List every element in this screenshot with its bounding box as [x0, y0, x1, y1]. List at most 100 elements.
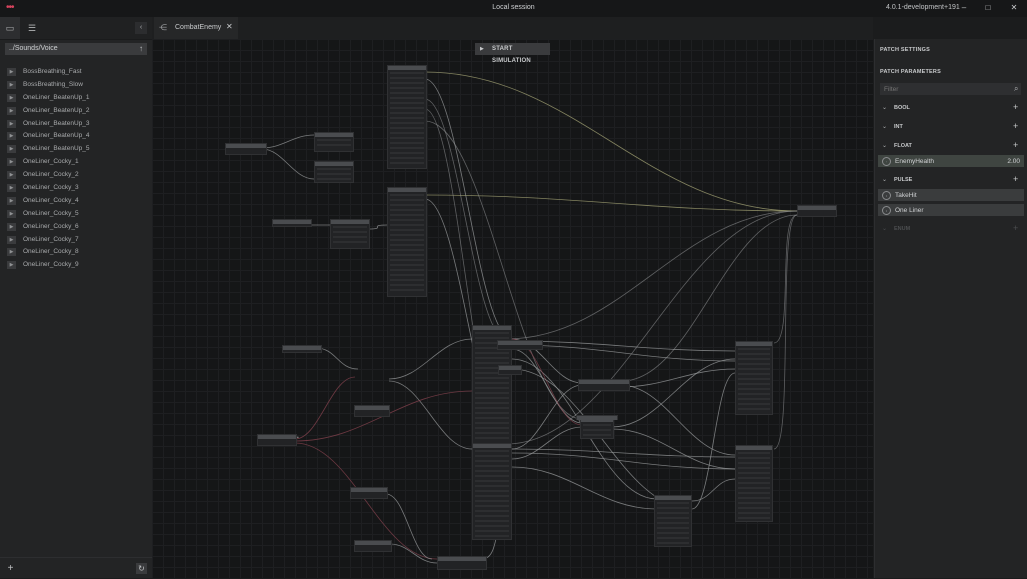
- path-field[interactable]: ../Sounds/Voice: [5, 43, 136, 55]
- add-float-icon[interactable]: +: [1013, 140, 1018, 150]
- node-header[interactable]: [331, 220, 369, 224]
- filter-input[interactable]: [880, 83, 1021, 95]
- graph-node[interactable]: [387, 65, 427, 169]
- section-pulse[interactable]: ⌄ PULSE +: [875, 172, 1027, 188]
- graph-node[interactable]: [654, 495, 692, 547]
- sound-list-item[interactable]: ▶ OneLiner_BeatenUp_3: [0, 118, 152, 131]
- node-header[interactable]: [579, 380, 629, 384]
- node-header[interactable]: [283, 346, 321, 350]
- section-float[interactable]: ⌄ FLOAT +: [875, 138, 1027, 154]
- refresh-icon[interactable]: ↻: [136, 563, 147, 574]
- node-header[interactable]: [473, 444, 511, 448]
- play-icon[interactable]: ▶: [7, 261, 16, 270]
- play-icon[interactable]: ▶: [7, 68, 16, 76]
- param-row-one-liner[interactable]: • One Liner: [878, 204, 1024, 216]
- graph-node[interactable]: [797, 205, 837, 217]
- chevron-down-icon[interactable]: ⌄: [882, 176, 887, 183]
- graph-node[interactable]: [354, 540, 392, 552]
- play-icon[interactable]: ▶: [7, 132, 16, 141]
- node-header[interactable]: [226, 144, 266, 148]
- tab-combat-enemy[interactable]: ⋲ CombatEnemy ✕: [154, 17, 238, 39]
- graph-node[interactable]: [735, 341, 773, 415]
- close-tab-icon[interactable]: ✕: [226, 22, 233, 31]
- graph-node[interactable]: [354, 405, 390, 417]
- play-icon[interactable]: ▶: [7, 106, 16, 115]
- graph-node[interactable]: [497, 340, 543, 350]
- graph-node[interactable]: [330, 219, 370, 249]
- play-icon[interactable]: ▶: [7, 235, 16, 244]
- sound-list-item[interactable]: ▶ OneLiner_Cocky_8: [0, 246, 152, 259]
- param-row-enemy-health[interactable]: ◦ EnemyHealth 2.00: [878, 155, 1024, 167]
- graph-node[interactable]: [314, 132, 354, 152]
- section-enum[interactable]: ⌄ ENUM +: [875, 221, 1027, 237]
- collapse-panel-icon[interactable]: ‹: [135, 22, 147, 34]
- chevron-down-icon[interactable]: ⌄: [882, 142, 887, 149]
- list-icon[interactable]: ☰: [22, 17, 42, 39]
- chevron-down-icon[interactable]: ⌄: [882, 104, 887, 111]
- sound-list-item[interactable]: ▶ OneLiner_Cocky_1: [0, 156, 152, 169]
- graph-node[interactable]: [437, 556, 487, 570]
- folder-icon[interactable]: ▭: [0, 17, 20, 39]
- section-int[interactable]: ⌄ INT +: [875, 119, 1027, 135]
- pulse-param-icon[interactable]: •: [882, 191, 891, 200]
- graph-node[interactable]: [735, 445, 773, 522]
- graph-node[interactable]: [576, 415, 618, 420]
- sound-list-item[interactable]: ▶ OneLiner_Cocky_2: [0, 169, 152, 182]
- add-enum-icon[interactable]: +: [1013, 223, 1018, 233]
- sound-list-item[interactable]: ▶ BossBreathing_Slow: [0, 79, 152, 92]
- maximize-icon[interactable]: □: [982, 3, 994, 13]
- node-header[interactable]: [351, 488, 387, 492]
- param-row-take-hit[interactable]: • TakeHit: [878, 189, 1024, 201]
- sound-list-item[interactable]: ▶ OneLiner_BeatenUp_5: [0, 143, 152, 156]
- play-icon[interactable]: ▶: [7, 222, 16, 231]
- folder-up-icon[interactable]: ↑: [135, 43, 147, 55]
- node-header[interactable]: [499, 366, 521, 370]
- sound-list-item[interactable]: ▶ OneLiner_Cocky_7: [0, 234, 152, 247]
- node-header[interactable]: [577, 416, 617, 420]
- graph-node[interactable]: [257, 434, 297, 446]
- chevron-down-icon[interactable]: ⌄: [882, 123, 887, 130]
- node-header[interactable]: [355, 541, 391, 545]
- patch-graph-canvas[interactable]: ▶ START SIMULATION: [152, 39, 873, 578]
- add-bool-icon[interactable]: +: [1013, 102, 1018, 112]
- node-header[interactable]: [798, 206, 836, 210]
- sound-list-item[interactable]: ▶ OneLiner_Cocky_6: [0, 221, 152, 234]
- sound-list-item[interactable]: ▶ OneLiner_BeatenUp_1: [0, 92, 152, 105]
- play-icon[interactable]: ▶: [7, 171, 16, 180]
- add-pulse-icon[interactable]: +: [1013, 174, 1018, 184]
- sound-list-item[interactable]: ▶ OneLiner_BeatenUp_4: [0, 130, 152, 143]
- play-icon[interactable]: ▶: [7, 158, 16, 167]
- play-icon[interactable]: ▶: [7, 119, 16, 128]
- node-header[interactable]: [315, 162, 353, 166]
- minimize-icon[interactable]: –: [958, 3, 970, 13]
- sound-list-item[interactable]: ▶ OneLiner_BeatenUp_2: [0, 105, 152, 118]
- sound-list-item[interactable]: ▶ OneLiner_Cocky_3: [0, 182, 152, 195]
- play-icon[interactable]: ▶: [7, 184, 16, 193]
- sound-list-item[interactable]: ▶ BossBreathing_Fast: [0, 66, 152, 79]
- graph-node[interactable]: [282, 345, 322, 353]
- close-window-icon[interactable]: ✕: [1008, 3, 1020, 13]
- node-header[interactable]: [473, 326, 511, 330]
- play-icon[interactable]: ▶: [7, 145, 16, 154]
- chevron-down-icon[interactable]: ⌄: [882, 225, 887, 232]
- node-header[interactable]: [736, 342, 772, 346]
- sound-list-item[interactable]: ▶ OneLiner_Cocky_9: [0, 259, 152, 272]
- node-header[interactable]: [388, 66, 426, 70]
- node-header[interactable]: [315, 133, 353, 137]
- graph-node[interactable]: [498, 365, 522, 375]
- graph-node[interactable]: [580, 417, 614, 439]
- add-icon[interactable]: +: [5, 563, 16, 574]
- node-header[interactable]: [273, 220, 311, 224]
- sound-list-item[interactable]: ▶ OneLiner_Cocky_5: [0, 208, 152, 221]
- param-value[interactable]: 2.00: [1007, 158, 1020, 165]
- play-icon[interactable]: ▶: [7, 209, 16, 218]
- node-header[interactable]: [355, 406, 389, 410]
- graph-node[interactable]: [272, 219, 312, 227]
- node-header[interactable]: [655, 496, 691, 500]
- node-header[interactable]: [498, 341, 542, 345]
- graph-node[interactable]: [350, 487, 388, 499]
- sound-list-item[interactable]: ▶ OneLiner_Cocky_4: [0, 195, 152, 208]
- pulse-param-icon[interactable]: •: [882, 206, 891, 215]
- graph-node[interactable]: [225, 143, 267, 155]
- graph-node[interactable]: [314, 161, 354, 183]
